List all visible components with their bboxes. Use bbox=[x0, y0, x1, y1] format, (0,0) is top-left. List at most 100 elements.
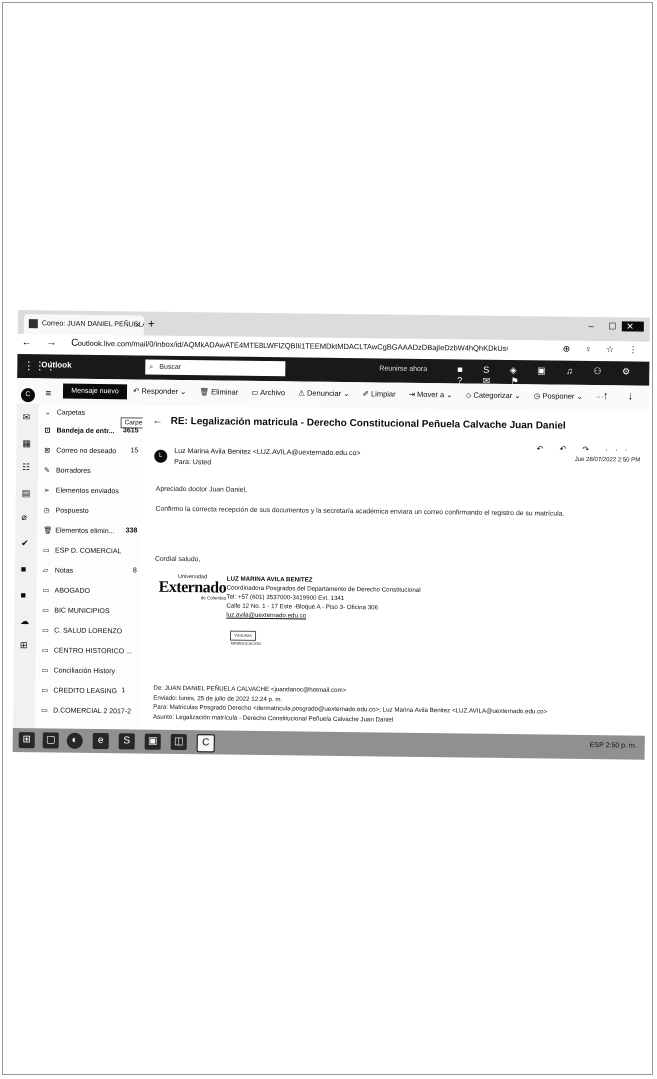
folder-bic-municipios[interactable]: ▭ BIC MUNICIPIOS bbox=[42, 606, 109, 615]
mineducacion-seal: VIGILADA MINEDUCACION bbox=[229, 630, 261, 646]
delete-button[interactable]: 🗑 Eliminar bbox=[199, 387, 238, 396]
folder-drafts[interactable]: ✎ Borradores bbox=[44, 466, 91, 475]
message-nav: ↑ ↓ bbox=[603, 390, 641, 402]
folder-credito-leasing[interactable]: ▭ CREDITO LEASING bbox=[41, 686, 117, 695]
skype-icon[interactable]: S bbox=[118, 733, 135, 750]
toolbar-left: C ≡ bbox=[20, 383, 52, 403]
folder-dcomercial[interactable]: ▭ D.COMERCIAL 2 2017-2 bbox=[41, 706, 131, 715]
archive-button[interactable]: ▭ Archivo bbox=[251, 388, 285, 397]
trash-icon: 🗑 bbox=[43, 527, 53, 535]
report-button[interactable]: ⚠ Denunciar ⌄ bbox=[298, 388, 349, 398]
chrome-icon[interactable]: ◐ bbox=[66, 732, 83, 749]
logo-name: Externado bbox=[158, 578, 227, 597]
folder-conciliacion[interactable]: ▭ Conciliación History bbox=[42, 666, 116, 675]
search-input[interactable]: ⌕ Buscar bbox=[145, 359, 286, 377]
search-placeholder: Buscar bbox=[159, 363, 182, 371]
scanned-screenshot: Correo: JUAN DANIEL PEÑUELA × + – ☐ ✕ ← →… bbox=[12, 310, 650, 778]
onedrive-icon[interactable]: ☁ bbox=[20, 616, 29, 627]
folder-esp-comercial[interactable]: ▭ ESP D. COMERCIAL bbox=[43, 546, 121, 555]
folder-snoozed[interactable]: ◷ Pospuesto bbox=[44, 506, 89, 515]
system-tray[interactable]: ESP 2:50 p. m. bbox=[590, 742, 637, 750]
window-controls[interactable]: – ☐ ✕ bbox=[589, 321, 644, 333]
edge-icon[interactable]: e bbox=[92, 732, 109, 750]
next-message-icon[interactable]: ↓ bbox=[627, 390, 641, 402]
categorize-button[interactable]: ◇ Categorizar ⌄ bbox=[466, 390, 521, 400]
files-icon[interactable]: ▤ bbox=[22, 488, 31, 499]
window-close-icon[interactable]: ✕ bbox=[622, 321, 644, 332]
folder-notes-count: 8 bbox=[132, 567, 137, 575]
folder-inbox-count: 3615 bbox=[122, 427, 139, 435]
people-icon[interactable]: ☷ bbox=[22, 462, 30, 473]
mail-icon[interactable]: ✉ bbox=[23, 412, 31, 423]
explorer-icon[interactable]: ◫ bbox=[170, 733, 187, 751]
send-icon: ➢ bbox=[43, 487, 50, 495]
body-closing: Cordial saludo, bbox=[154, 555, 201, 564]
notes-icon: ▱ bbox=[42, 567, 49, 575]
tab-title: Correo: JUAN DANIEL PEÑUELA bbox=[41, 320, 144, 329]
move-to-button[interactable]: ⇥ Mover a ⌄ bbox=[409, 390, 453, 400]
folder-abogado[interactable]: ▭ ABOGADO bbox=[43, 586, 91, 595]
search-icon: ⌕ bbox=[149, 363, 154, 371]
recipient-line: Para: Usted bbox=[174, 458, 212, 467]
menu-icon[interactable]: ≡ bbox=[45, 388, 51, 399]
toolbar-actions: ↶ Responder ⌄ 🗑 Eliminar ▭ Archivo ⚠ Den… bbox=[133, 386, 615, 401]
back-arrow-icon[interactable]: ← bbox=[153, 416, 163, 427]
attach-icon[interactable]: ⌀ bbox=[21, 512, 27, 523]
meet-now-button[interactable]: Reunirse ahora bbox=[379, 365, 427, 373]
folder-junk-count: 15 bbox=[130, 447, 139, 455]
folder-inbox[interactable]: ⊡ Bandeja de entr... bbox=[44, 426, 114, 435]
clean-button[interactable]: ✐ Limpiar bbox=[363, 389, 396, 398]
signature-email-link[interactable]: luz.avila@uexternado.edu.co bbox=[226, 611, 420, 622]
address-bar-icons[interactable]: ⊕ ♀ ☆ ⋮ bbox=[563, 344, 644, 356]
folder-junk[interactable]: ⊠ Correo no deseado bbox=[44, 446, 116, 455]
folder-icon: ▭ bbox=[41, 687, 49, 695]
folder-salud-lorenzo[interactable]: ▭ C. SALUD LORENZO bbox=[42, 626, 122, 635]
junk-icon: ⊠ bbox=[44, 447, 51, 455]
folder-notes[interactable]: ▱ Notas bbox=[43, 566, 73, 574]
folder-icon: ▭ bbox=[41, 647, 49, 655]
message-date: Jue 28/07/2022 2:50 PM bbox=[574, 456, 641, 464]
outlook-favicon-icon bbox=[28, 319, 38, 329]
task-view-icon[interactable]: ▢ bbox=[42, 732, 59, 749]
folder-pane: ⌄ Carpetas Carpetas ⊡ Bandeja de entr... 3… bbox=[34, 404, 156, 730]
reply-button[interactable]: ↶ Responder ⌄ bbox=[133, 386, 187, 396]
folder-sent[interactable]: ➢ Elementos enviados bbox=[44, 486, 119, 495]
outlook-brand[interactable]: Outlook bbox=[41, 360, 71, 369]
browser-tab[interactable]: Correo: JUAN DANIEL PEÑUELA × bbox=[23, 314, 144, 336]
apps-icon[interactable]: ⊞ bbox=[20, 640, 28, 651]
url-field[interactable]: outlook.live.com/mail/0/inbox/id/AQMkADA… bbox=[78, 339, 508, 353]
new-mail-button[interactable]: Mensaje nuevo bbox=[62, 383, 128, 400]
new-tab-button[interactable]: + bbox=[148, 317, 155, 331]
signature: LUZ MARINA AVILA BENITEZ Coordinadora Po… bbox=[226, 575, 421, 622]
folder-deleted[interactable]: 🗑 Elementos elimin... bbox=[43, 526, 114, 535]
store-icon[interactable]: ▣ bbox=[144, 733, 161, 750]
university-logo: Universidad Externado de Colombia bbox=[158, 574, 227, 601]
calendar-icon[interactable]: ▦ bbox=[22, 438, 31, 449]
folder-icon: ▭ bbox=[41, 667, 49, 675]
excel-icon[interactable]: ■ bbox=[20, 590, 26, 600]
clock-icon: ◷ bbox=[43, 507, 50, 515]
windows-start-icon[interactable]: ⊞ bbox=[18, 732, 35, 749]
tab-close-icon[interactable]: × bbox=[135, 315, 140, 335]
folder-icon: ▭ bbox=[43, 547, 50, 555]
reading-pane: ← RE: Legalización matricula - Derecho Co… bbox=[138, 405, 649, 739]
message-subject: ← RE: Legalización matricula - Derecho Co… bbox=[152, 415, 566, 432]
todo-icon[interactable]: ✔ bbox=[21, 538, 29, 549]
snooze-button[interactable]: ◷ Posponer ⌄ bbox=[534, 391, 583, 401]
pencil-icon: ✎ bbox=[43, 467, 50, 475]
account-avatar[interactable]: C bbox=[20, 388, 36, 403]
folder-icon: ▭ bbox=[42, 607, 49, 615]
word-icon[interactable]: ■ bbox=[21, 564, 27, 574]
window-min-max-icons[interactable]: – ☐ bbox=[589, 321, 623, 331]
chrome-active-icon[interactable]: C bbox=[196, 734, 215, 753]
nav-buttons[interactable]: ← → C bbox=[22, 337, 85, 349]
message-actions[interactable]: ↶ ↶ ↷ ··· bbox=[537, 444, 635, 454]
chevron-down-icon: ⌄ bbox=[44, 409, 51, 417]
folders-header[interactable]: ⌄ Carpetas bbox=[45, 408, 86, 416]
folder-icon: ▭ bbox=[42, 587, 50, 595]
folder-centro-historico[interactable]: ▭ CENTRO HISTORICO ... bbox=[42, 646, 132, 655]
previous-message-icon[interactable]: ↑ bbox=[603, 390, 617, 402]
sender-name[interactable]: Luz Marina Avila Benitez <LUZ.AVILA@uext… bbox=[174, 448, 360, 457]
body-text: Confirmo la correcta recepción de sus do… bbox=[155, 505, 565, 518]
inbox-icon: ⊡ bbox=[44, 427, 51, 435]
